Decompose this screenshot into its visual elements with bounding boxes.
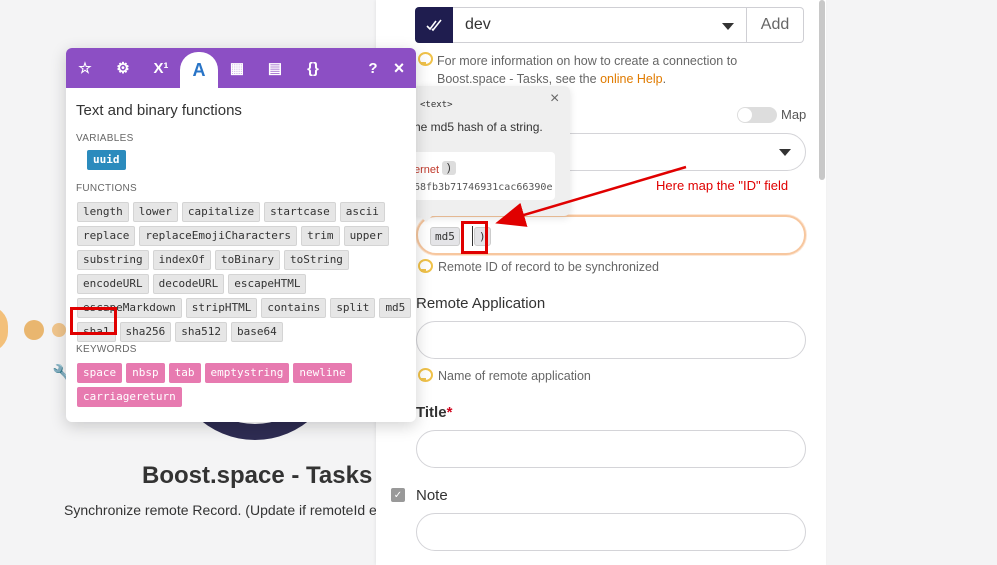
annotation-arrow — [495, 165, 687, 227]
